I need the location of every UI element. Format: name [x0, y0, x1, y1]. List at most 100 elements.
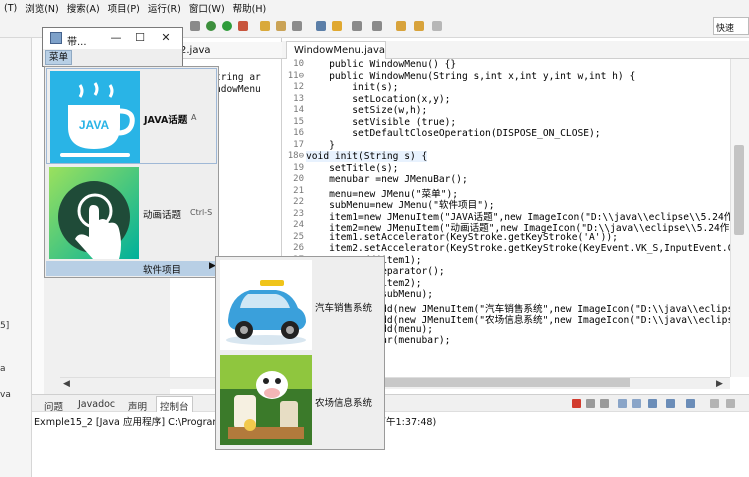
- line-number: 23: [293, 208, 304, 219]
- menu-project[interactable]: 项目(P): [104, 1, 144, 15]
- tab-problems[interactable]: 问题: [44, 399, 63, 413]
- popup-menu: JAVA JAVA话题 A 动画话题 Ctrl-S 软件项目 ▶: [44, 66, 219, 278]
- eclipse-menubar: (T) 浏览(N) 搜索(A) 项目(P) 运行(R) 窗口(W) 帮助(H): [0, 0, 749, 16]
- java-cup-icon: JAVA: [50, 71, 140, 163]
- code-line: setDefaultCloseOperation(DISPOSE_ON_CLOS…: [306, 128, 601, 139]
- line-number: 14: [293, 105, 304, 115]
- toolbar-package-icon[interactable]: [276, 21, 286, 31]
- menu-search[interactable]: 搜索(A): [63, 1, 104, 15]
- menu-item-animation[interactable]: 动画话题 Ctrl-S: [46, 165, 217, 261]
- farm-icon: [220, 355, 312, 445]
- console-header-line: Exmple15_2 [Java 应用程序] C:\Program Fil: [34, 417, 235, 428]
- menu-caidan[interactable]: 菜单: [45, 50, 73, 65]
- quick-access-input[interactable]: 快速: [713, 17, 749, 35]
- code-line: item1.setAccelerator(KeyStroke.getKeyStr…: [306, 231, 618, 243]
- code-line: setLocation(x,y);: [306, 93, 451, 105]
- line-number: 12: [293, 82, 304, 92]
- line-number: 15: [293, 116, 304, 127]
- java-cup-text: JAVA: [79, 118, 110, 132]
- menu-navigate[interactable]: 浏览(N): [21, 1, 63, 15]
- toolbar-coverage-icon[interactable]: [238, 21, 248, 31]
- app-titlebar[interactable]: 带... — ☐ ✕: [43, 28, 182, 49]
- touch-hand-icon: [49, 167, 139, 259]
- toolbar-forward-icon[interactable]: [414, 21, 424, 31]
- toolbar-pin-icon[interactable]: [332, 21, 342, 31]
- toolbar-debug-icon[interactable]: [206, 21, 216, 31]
- remove-all-icon[interactable]: [600, 399, 609, 408]
- line-number: 11⊖: [287, 70, 304, 81]
- code-line: }: [306, 139, 335, 151]
- tab-console[interactable]: 控制台: [156, 396, 193, 413]
- line-number: 25: [293, 231, 304, 242]
- background-code-line-1: tring ar: [215, 72, 261, 83]
- app-window: 带... — ☐ ✕ 菜单: [42, 27, 183, 67]
- clear-console-icon[interactable]: [618, 399, 627, 408]
- toolbar-folder-icon[interactable]: [260, 21, 270, 31]
- menu-run[interactable]: 运行(R): [144, 1, 185, 15]
- terminate-icon[interactable]: [572, 399, 581, 408]
- menu-window[interactable]: 窗口(W): [185, 1, 229, 15]
- line-number: 13: [293, 93, 304, 104]
- background-code-line-2: ndowMenu: [215, 84, 261, 95]
- maximize-window-icon[interactable]: ☐: [131, 30, 149, 46]
- code-line: public WindowMenu() {}: [306, 59, 457, 70]
- scroll-left-arrow-icon[interactable]: ◀: [63, 379, 70, 389]
- minimize-icon[interactable]: [710, 399, 719, 408]
- toolbar-new-icon[interactable]: [190, 21, 200, 31]
- background-editor-tab[interactable]: 2.java: [170, 42, 282, 59]
- line-number: 24: [293, 220, 304, 230]
- toolbar-search-icon[interactable]: [316, 21, 326, 31]
- display-console-icon[interactable]: [666, 399, 675, 408]
- line-number: 21: [293, 185, 304, 196]
- toolbar-edit-icon[interactable]: [292, 21, 302, 31]
- menu-item-car-sales-label: 汽车销售系统: [315, 303, 373, 314]
- menu-item-animation-accelerator: Ctrl-S: [190, 208, 213, 217]
- toolbar-next-annotation-icon[interactable]: [352, 21, 362, 31]
- submenu-popup: 汽车销售系统 农场信息系统: [215, 256, 385, 450]
- menu-tools[interactable]: (T): [0, 3, 21, 14]
- left-trim-bar: 5] a va: [0, 38, 32, 477]
- menu-item-farm-info-label: 农场信息系统: [315, 398, 373, 409]
- app-menubar: 菜单: [43, 49, 182, 66]
- menu-item-java-accelerator: A: [191, 113, 197, 122]
- tab-declaration[interactable]: 声明: [128, 399, 147, 413]
- left-label-1: 5]: [0, 321, 10, 331]
- code-line: public WindowMenu(String s,int x,int y,i…: [306, 70, 636, 82]
- app-title: 带...: [67, 37, 87, 48]
- code-line: menubar =new JMenuBar();: [306, 174, 468, 185]
- line-number: 26: [293, 243, 304, 253]
- scroll-lock-icon[interactable]: [632, 399, 641, 408]
- line-number: 20: [293, 174, 304, 184]
- editor-tab-label: WindowMenu.java: [294, 45, 386, 56]
- menu-item-farm-info[interactable]: 农场信息系统: [217, 353, 383, 448]
- line-number: 22: [293, 197, 304, 207]
- console-tab-bar: 问题 Javadoc 声明 控制台: [32, 394, 749, 413]
- code-line: setVisible (true);: [306, 116, 457, 128]
- minimize-window-icon[interactable]: —: [107, 30, 125, 46]
- background-tab-label: 2.java: [180, 45, 211, 56]
- submenu-software-projects[interactable]: 软件项目 ▶: [46, 261, 217, 276]
- line-number: 10: [293, 59, 304, 69]
- toolbar-more-icon[interactable]: [432, 21, 442, 31]
- left-label-2: a: [0, 364, 6, 374]
- close-window-icon[interactable]: ✕: [157, 30, 175, 46]
- toolbar-run-icon[interactable]: [222, 21, 232, 31]
- toolbar-prev-annotation-icon[interactable]: [372, 21, 382, 31]
- menu-help[interactable]: 帮助(H): [229, 1, 271, 15]
- code-line: init(s);: [306, 82, 399, 93]
- maximize-icon[interactable]: [726, 399, 735, 408]
- open-console-icon[interactable]: [686, 399, 695, 408]
- scroll-right-arrow-icon[interactable]: ▶: [716, 379, 723, 389]
- line-number: 17: [293, 139, 304, 150]
- menu-item-java[interactable]: JAVA JAVA话题 A: [46, 68, 217, 164]
- submenu-label: 软件项目: [143, 265, 182, 276]
- tab-javadoc[interactable]: Javadoc: [78, 399, 115, 410]
- pin-console-icon[interactable]: [648, 399, 657, 408]
- code-line: void init(String s) {: [306, 151, 428, 162]
- editor-horizontal-scroll-thumb[interactable]: [370, 378, 630, 387]
- menu-item-car-sales[interactable]: 汽车销售系统: [217, 258, 383, 353]
- toolbar-back-icon[interactable]: [396, 21, 406, 31]
- editor-vertical-scroll-thumb[interactable]: [734, 145, 744, 235]
- remove-launch-icon[interactable]: [586, 399, 595, 408]
- code-line: setTitle(s);: [306, 162, 399, 174]
